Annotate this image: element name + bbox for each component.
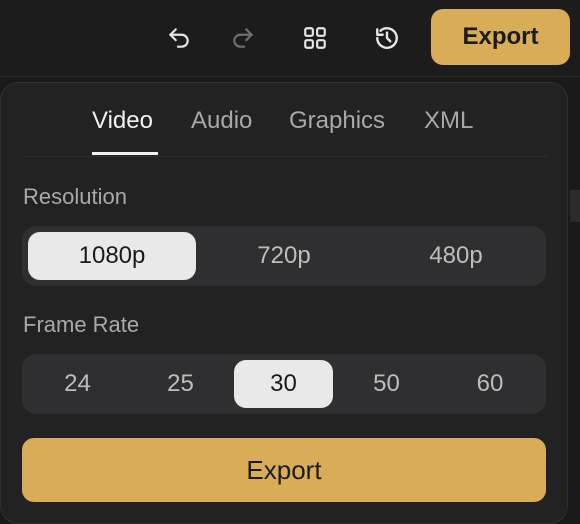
redo-icon xyxy=(233,28,253,48)
export-settings-panel: Video Audio Graphics XML Resolution 1080… xyxy=(0,82,568,524)
undo-button[interactable] xyxy=(159,18,199,58)
top-toolbar: Export xyxy=(0,0,580,77)
resolution-option-480p[interactable]: 480p xyxy=(372,232,540,280)
layout-grid-button[interactable] xyxy=(295,18,335,58)
grid-icon xyxy=(304,27,326,49)
resolution-selector: 1080p 720p 480p xyxy=(22,226,546,286)
resolution-option-720p[interactable]: 720p xyxy=(200,232,368,280)
export-tabs: Video Audio Graphics XML xyxy=(1,83,567,157)
active-tab-indicator xyxy=(92,152,158,155)
export-button[interactable]: Export xyxy=(22,438,546,502)
top-export-button[interactable]: Export xyxy=(431,9,570,65)
frame-rate-label: Frame Rate xyxy=(23,312,140,337)
background-edge xyxy=(570,190,580,222)
frame-rate-option-25[interactable]: 25 xyxy=(131,360,230,408)
frame-rate-option-30[interactable]: 30 xyxy=(234,360,333,408)
history-icon xyxy=(376,27,398,49)
history-button[interactable] xyxy=(367,18,407,58)
tab-graphics[interactable]: Graphics xyxy=(289,107,385,135)
frame-rate-option-60[interactable]: 60 xyxy=(440,360,540,408)
tab-video[interactable]: Video xyxy=(92,107,153,135)
tab-audio[interactable]: Audio xyxy=(191,107,252,135)
resolution-label: Resolution xyxy=(23,184,127,209)
frame-rate-option-50[interactable]: 50 xyxy=(337,360,436,408)
resolution-option-1080p[interactable]: 1080p xyxy=(28,232,196,280)
frame-rate-option-24[interactable]: 24 xyxy=(28,360,127,408)
tabs-divider xyxy=(22,156,548,157)
frame-rate-selector: 24 25 30 50 60 xyxy=(22,354,546,414)
redo-button[interactable] xyxy=(223,18,263,58)
tab-xml[interactable]: XML xyxy=(424,107,473,135)
undo-icon xyxy=(169,28,189,48)
